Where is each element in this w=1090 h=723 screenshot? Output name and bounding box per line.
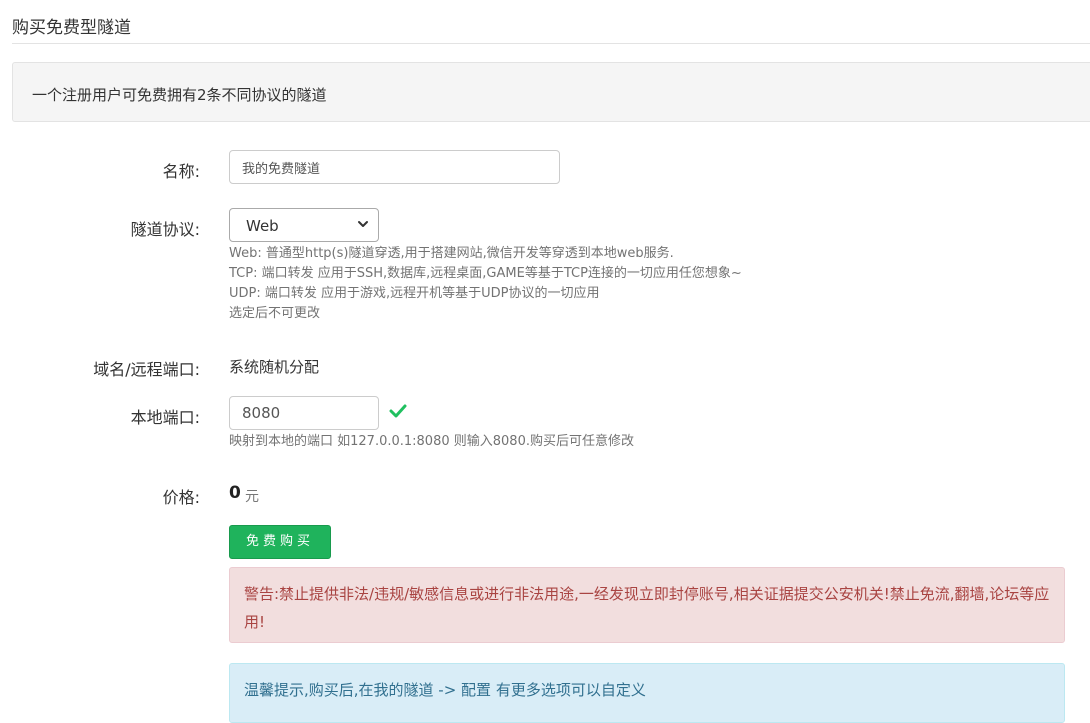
free-buy-button[interactable]: 免费购买 — [229, 525, 331, 559]
domain-value: 系统随机分配 — [229, 358, 320, 376]
local-port-input[interactable] — [229, 396, 379, 430]
price-label: 价格: — [162, 488, 200, 507]
price-value: 0 — [229, 483, 241, 503]
domain-label: 域名/远程端口: — [93, 360, 200, 379]
tip-text: 温馨提示,购买后,在我的隧道 -> 配置 有更多选项可以自定义 — [244, 681, 646, 699]
protocol-label: 隧道协议: — [130, 220, 200, 239]
name-label: 名称: — [162, 162, 200, 181]
warning-alert: 警告:禁止提供非法/违规/敏感信息或进行非法用途,一经发现立即封停账号,相关证据… — [229, 567, 1065, 643]
protocol-help-udp: UDP: 端口转发 应用于游戏,远程开机等基于UDP协议的一切应用 — [229, 286, 600, 301]
protocol-help-web: Web: 普通型http(s)隧道穿透,用于搭建网站,微信开发等穿透到本地web… — [229, 246, 674, 261]
chevron-down-icon — [358, 221, 368, 227]
warning-text: 警告:禁止提供非法/违规/敏感信息或进行非法用途,一经发现立即封停账号,相关证据… — [244, 585, 1050, 631]
protocol-help-tcp: TCP: 端口转发 应用于SSH,数据库,远程桌面,GAME等基于TCP连接的一… — [229, 266, 742, 281]
port-label: 本地端口: — [130, 408, 200, 427]
page-title: 购买免费型隧道 — [12, 18, 131, 38]
tip-alert: 温馨提示,购买后,在我的隧道 -> 配置 有更多选项可以自定义 — [229, 663, 1065, 723]
protocol-help: Web: 普通型http(s)隧道穿透,用于搭建网站,微信开发等穿透到本地web… — [229, 244, 742, 324]
title-divider — [12, 43, 1090, 44]
protocol-select-value: Web — [246, 217, 279, 235]
protocol-help-note: 选定后不可更改 — [229, 306, 321, 321]
protocol-select[interactable]: Web — [229, 208, 379, 242]
name-input[interactable] — [229, 150, 560, 184]
check-icon — [389, 404, 407, 418]
port-help: 映射到本地的端口 如127.0.0.1:8080 则输入8080.购买后可任意修… — [229, 434, 634, 449]
price-unit: 元 — [245, 489, 259, 505]
info-box: 一个注册用户可免费拥有2条不同协议的隧道 — [12, 62, 1090, 122]
info-text: 一个注册用户可免费拥有2条不同协议的隧道 — [32, 86, 327, 104]
